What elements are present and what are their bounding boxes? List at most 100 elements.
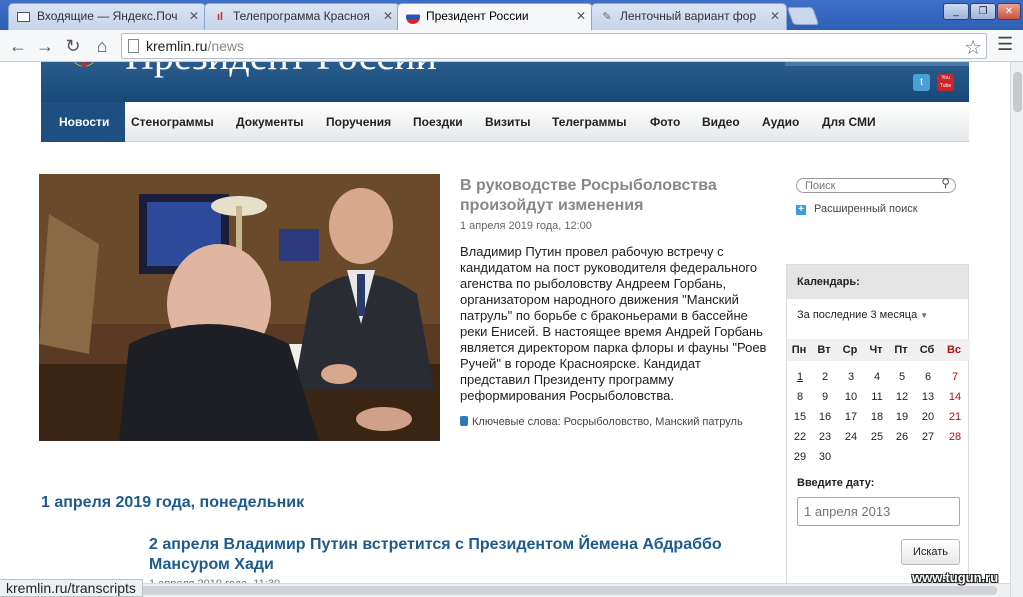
horizontal-scrollbar[interactable] <box>0 583 1010 597</box>
calendar: Календарь: За последние 3 месяца ▼ Пн Вт Ср… <box>786 264 970 584</box>
address-bar[interactable]: kremlin.ru/news ☆ <box>121 33 987 59</box>
vertical-scrollbar[interactable] <box>1010 62 1023 597</box>
calendar-day[interactable]: 19 <box>889 407 915 427</box>
calendar-day[interactable]: 23 <box>812 427 838 447</box>
tab-ribbon[interactable]: ✎ Ленточный вариант фор ✕ <box>591 3 787 30</box>
home-icon[interactable]: ⌂ <box>90 34 114 58</box>
nav-visits[interactable]: Визиты <box>485 102 531 142</box>
calendar-day[interactable]: 9 <box>812 387 838 407</box>
calendar-day[interactable]: 13 <box>915 387 941 407</box>
calendar-day[interactable]: 20 <box>915 407 941 427</box>
calendar-day[interactable]: 10 <box>838 387 864 407</box>
calendar-day[interactable]: 29 <box>787 447 813 467</box>
calendar-day[interactable]: 21 <box>942 407 968 427</box>
weekday-label: Чт <box>869 344 883 356</box>
calendar-day[interactable]: 8 <box>787 387 813 407</box>
calendar-weekday-row: Пн Вт Ср Чт Пт Сб Вс <box>787 339 970 361</box>
featured-tags: Ключевые слова: Росрыболовство, Манский … <box>460 416 743 428</box>
calendar-day[interactable]: 1 <box>787 367 813 387</box>
watermark: www.tugun.ru <box>912 570 999 585</box>
find-button[interactable]: Искать <box>901 539 960 565</box>
calendar-day[interactable]: 26 <box>889 427 915 447</box>
calendar-day[interactable]: 2 <box>812 367 838 387</box>
maximize-button[interactable]: ❐ <box>970 3 996 20</box>
close-icon[interactable]: ✕ <box>383 4 393 29</box>
calendar-day[interactable]: 14 <box>942 387 968 407</box>
calendar-day[interactable]: 7 <box>942 367 968 387</box>
close-icon[interactable]: ✕ <box>770 4 780 29</box>
status-bar: kremlin.ru/transcripts <box>0 579 143 597</box>
site-header: Президент России t You Tube <box>41 62 969 102</box>
search-input[interactable] <box>805 179 935 192</box>
tag-icon <box>460 416 468 426</box>
calendar-day[interactable]: 25 <box>864 427 890 447</box>
minimize-button[interactable]: _ <box>943 3 969 20</box>
calendar-day[interactable]: 27 <box>915 427 941 447</box>
menu-icon[interactable]: ☰ <box>997 34 1017 55</box>
calendar-day[interactable]: 17 <box>838 407 864 427</box>
calendar-range-select[interactable]: За последние 3 месяца ▼ <box>797 309 928 321</box>
chevron-down-icon: ▼ <box>920 311 929 320</box>
back-arrow-icon[interactable]: ← <box>6 34 30 58</box>
reload-icon[interactable]: ↻ <box>61 34 85 58</box>
close-icon[interactable]: ✕ <box>189 4 199 29</box>
nav-media[interactable]: Для СМИ <box>822 102 876 142</box>
news-title[interactable]: 2 апреля Владимир Путин встретится с Пре… <box>149 535 769 575</box>
tab-tv[interactable]: ıl Телепрограмма Красноя ✕ <box>204 3 400 30</box>
scrollbar-thumb[interactable] <box>2 586 997 595</box>
address-url: kremlin.ru/news <box>146 38 245 54</box>
site-title[interactable]: Президент России <box>125 62 437 79</box>
tab-label: Телепрограмма Красноя <box>233 9 370 23</box>
tab-president[interactable]: Президент России ✕ <box>397 3 593 30</box>
calendar-day[interactable]: 16 <box>812 407 838 427</box>
featured-headline[interactable]: В руководстве Росрыболовства произойдут … <box>460 176 760 216</box>
tab-label: Ленточный вариант фор <box>620 9 757 23</box>
nav-photo[interactable]: Фото <box>650 102 680 142</box>
calendar-day[interactable]: 24 <box>838 427 864 447</box>
calendar-day[interactable]: 6 <box>915 367 941 387</box>
calendar-day[interactable]: 12 <box>889 387 915 407</box>
calendar-day[interactable]: 22 <box>787 427 813 447</box>
browser-tab-strip: Входящие — Яндекс.Поч ✕ ıl Телепрограмма… <box>0 0 1023 30</box>
weekday-label: Вт <box>817 344 831 356</box>
featured-date: 1 апреля 2019 года, 12:00 <box>460 220 592 232</box>
calendar-day[interactable]: 5 <box>889 367 915 387</box>
page-icon <box>128 39 139 53</box>
mail-icon <box>17 12 30 22</box>
tab-mail[interactable]: Входящие — Яндекс.Поч ✕ <box>8 3 206 30</box>
close-icon[interactable]: ✕ <box>576 4 586 29</box>
calendar-day[interactable]: 28 <box>942 427 968 447</box>
calendar-day[interactable]: 18 <box>864 407 890 427</box>
date-input[interactable] <box>797 497 960 526</box>
calendar-day[interactable]: 15 <box>787 407 813 427</box>
weekday-label: Пт <box>894 344 908 356</box>
tag-link[interactable]: Росрыболовство, <box>564 416 652 428</box>
nav-news[interactable]: Новости <box>41 102 125 142</box>
calendar-day[interactable]: 11 <box>864 387 890 407</box>
date-label: Введите дату: <box>797 477 875 489</box>
nav-documents[interactable]: Документы <box>236 102 303 142</box>
close-window-button[interactable]: ✕ <box>997 3 1021 20</box>
featured-photo[interactable] <box>39 174 440 441</box>
search-icon[interactable]: ⚲ <box>941 176 950 190</box>
bookmark-star-icon[interactable]: ☆ <box>964 35 982 60</box>
nav-trips[interactable]: Поездки <box>413 102 463 142</box>
tag-link[interactable]: Манский патруль <box>655 416 742 428</box>
nav-video[interactable]: Видео <box>702 102 740 142</box>
nav-audio[interactable]: Аудио <box>762 102 799 142</box>
youtube-icon[interactable]: You Tube <box>937 74 954 91</box>
site-search-box[interactable]: ⚲ <box>796 176 956 193</box>
calendar-week-row: 8 9 10 11 12 13 14 <box>787 387 970 407</box>
nav-transcripts[interactable]: Стенограммы <box>131 102 214 142</box>
advanced-search-link[interactable]: + Расширенный поиск <box>796 203 918 215</box>
twitter-icon[interactable]: t <box>913 74 930 91</box>
nav-orders[interactable]: Поручения <box>326 102 391 142</box>
forward-arrow-icon[interactable]: → <box>33 34 57 58</box>
calendar-day[interactable]: 30 <box>812 447 838 467</box>
calendar-week-row: 1234567 <box>787 367 970 387</box>
calendar-day[interactable]: 4 <box>864 367 890 387</box>
calendar-day[interactable]: 3 <box>838 367 864 387</box>
new-tab-button[interactable] <box>786 7 820 25</box>
scrollbar-thumb[interactable] <box>1013 72 1022 112</box>
nav-telegrams[interactable]: Телеграммы <box>552 102 627 142</box>
